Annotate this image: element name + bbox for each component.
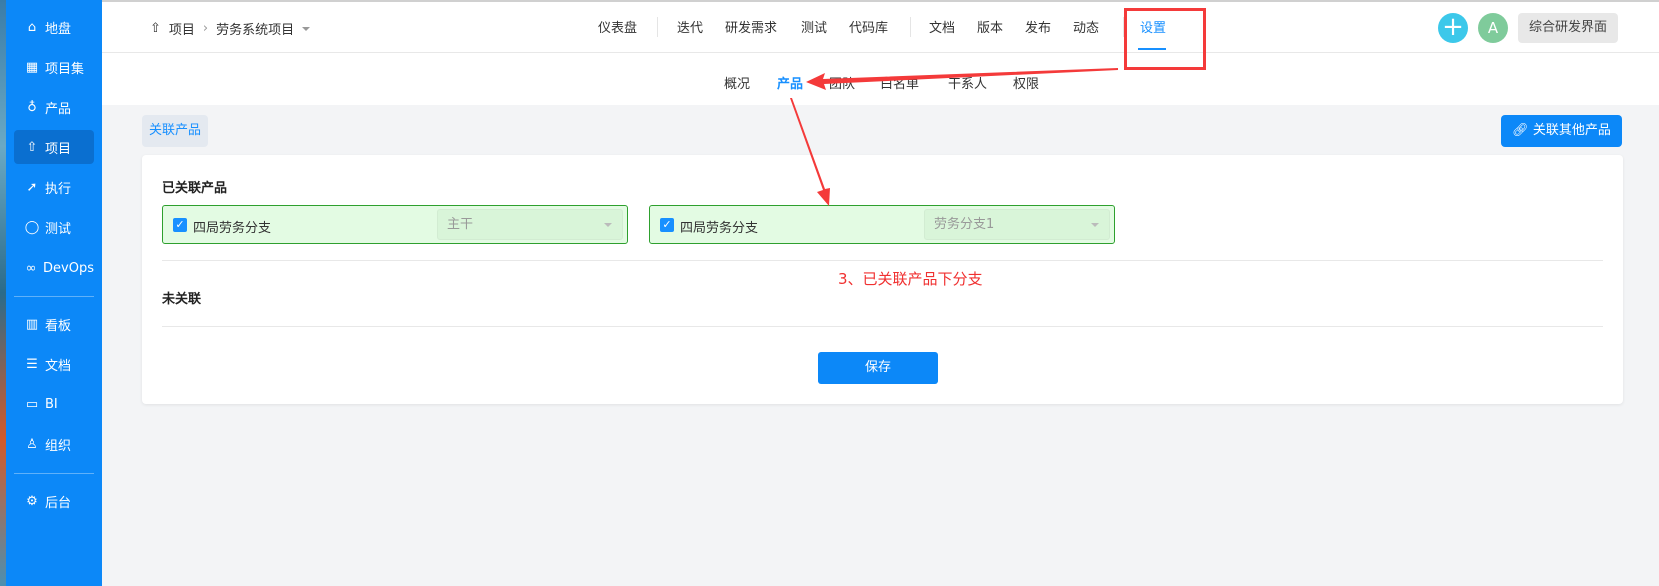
- link-other-products-button[interactable]: 🔗︎ 关联其他产品: [1501, 115, 1622, 147]
- plus-icon: +: [1442, 12, 1464, 42]
- unlinked-title: 未关联: [162, 292, 202, 307]
- sidebar-item-bi[interactable]: ▭ BI: [14, 387, 94, 421]
- sidebar: ⌂ 地盘 ▦ 项目集 ♁ 产品 ⇧ 项目 ➚ 执行 ◯ 测试 ∞ DevOps ▥ 看板 ☰ 文档…: [6, 0, 102, 586]
- annotation-highlight-box: [1124, 8, 1206, 70]
- sidebar-item-dashboard[interactable]: ⌂ 地盘: [14, 10, 94, 44]
- users-icon: ♙: [26, 436, 38, 452]
- nav-divider: [657, 17, 658, 37]
- project-switcher[interactable]: 劳务系统项目: [216, 19, 294, 38]
- sidebar-divider: [14, 296, 94, 297]
- sidebar-item-product[interactable]: ♁ 产品: [14, 90, 94, 124]
- tab-product[interactable]: 产品: [777, 73, 803, 92]
- monitor-icon: ▭: [25, 396, 39, 412]
- board-icon: ▥: [25, 316, 39, 332]
- chevron-right-icon: ›: [202, 21, 209, 36]
- divider: [162, 260, 1603, 261]
- sidebar-item-devops[interactable]: ∞ DevOps: [14, 251, 94, 285]
- tab-overview[interactable]: 概况: [724, 73, 750, 92]
- tab-permissions[interactable]: 权限: [1013, 73, 1039, 92]
- tab-stakeholders[interactable]: 干系人: [948, 73, 987, 92]
- product-name: 四局劳务分支: [680, 221, 759, 236]
- linked-product-item: ✓ 四局劳务分支 劳务分支1: [649, 205, 1115, 244]
- sidebar-item-project[interactable]: ⇧ 项目: [14, 130, 94, 164]
- nav-docs[interactable]: 文档: [929, 17, 955, 36]
- save-button[interactable]: 保存: [818, 352, 938, 384]
- nav-divider: [910, 17, 911, 37]
- rocket-icon: ⇧: [26, 139, 38, 155]
- bulb-icon: ♁: [27, 99, 37, 115]
- product-checkbox[interactable]: ✓: [660, 218, 674, 232]
- breadcrumb-root[interactable]: 项目: [169, 19, 195, 38]
- tab-team[interactable]: 团队: [829, 73, 855, 92]
- create-button[interactable]: +: [1438, 13, 1468, 43]
- product-checkbox[interactable]: ✓: [173, 218, 187, 232]
- nav-activity[interactable]: 动态: [1073, 17, 1099, 36]
- tab-whitelist[interactable]: 白名单: [880, 73, 919, 92]
- sidebar-item-org[interactable]: ♙ 组织: [14, 427, 94, 461]
- linked-product-item: ✓ 四局劳务分支 主干: [162, 205, 628, 244]
- run-icon: ➚: [26, 179, 38, 195]
- infinity-icon: ∞: [25, 260, 37, 276]
- rocket-icon: ⇧: [150, 21, 161, 36]
- link-icon: 🔗︎: [1512, 123, 1533, 138]
- nav-repo[interactable]: 代码库: [849, 17, 888, 36]
- sidebar-item-kanban[interactable]: ▥ 看板: [14, 307, 94, 341]
- nav-test[interactable]: 测试: [801, 17, 827, 36]
- doc-icon: ☰: [26, 356, 38, 372]
- caret-down-icon: [1091, 223, 1099, 231]
- nav-dashboard[interactable]: 仪表盘: [598, 17, 637, 36]
- search-icon: ◯: [24, 219, 40, 235]
- nav-iteration[interactable]: 迭代: [677, 17, 703, 36]
- nav-release[interactable]: 发布: [1025, 17, 1051, 36]
- sidebar-item-program[interactable]: ▦ 项目集: [14, 50, 94, 84]
- sidebar-item-execution[interactable]: ➚ 执行: [14, 170, 94, 204]
- caret-down-icon: [604, 223, 612, 231]
- caret-down-icon[interactable]: [302, 26, 311, 35]
- breadcrumb: ⇧ 项目 › 劳务系统项目: [150, 19, 311, 38]
- home-icon: ⌂: [27, 19, 37, 35]
- nav-requirements[interactable]: 研发需求: [725, 17, 777, 36]
- annotation-text: 3、已关联产品下分支: [838, 270, 983, 288]
- linked-products-title: 已关联产品: [162, 181, 228, 196]
- grid-icon: ▦: [25, 59, 39, 75]
- sidebar-divider: [14, 473, 94, 474]
- sidebar-item-test[interactable]: ◯ 测试: [14, 210, 94, 244]
- branch-select[interactable]: 主干: [437, 209, 623, 240]
- product-name: 四局劳务分支: [193, 221, 272, 236]
- workspace-switcher[interactable]: 综合研发界面: [1518, 13, 1618, 43]
- avatar[interactable]: A: [1478, 13, 1508, 43]
- divider: [162, 326, 1603, 327]
- linked-products-tag: 关联产品: [142, 115, 208, 147]
- nav-version[interactable]: 版本: [977, 17, 1003, 36]
- sidebar-item-docs[interactable]: ☰ 文档: [14, 347, 94, 381]
- sidebar-item-admin[interactable]: ⚙ 后台: [14, 484, 94, 518]
- branch-select[interactable]: 劳务分支1: [924, 209, 1110, 240]
- gear-icon: ⚙: [26, 493, 38, 509]
